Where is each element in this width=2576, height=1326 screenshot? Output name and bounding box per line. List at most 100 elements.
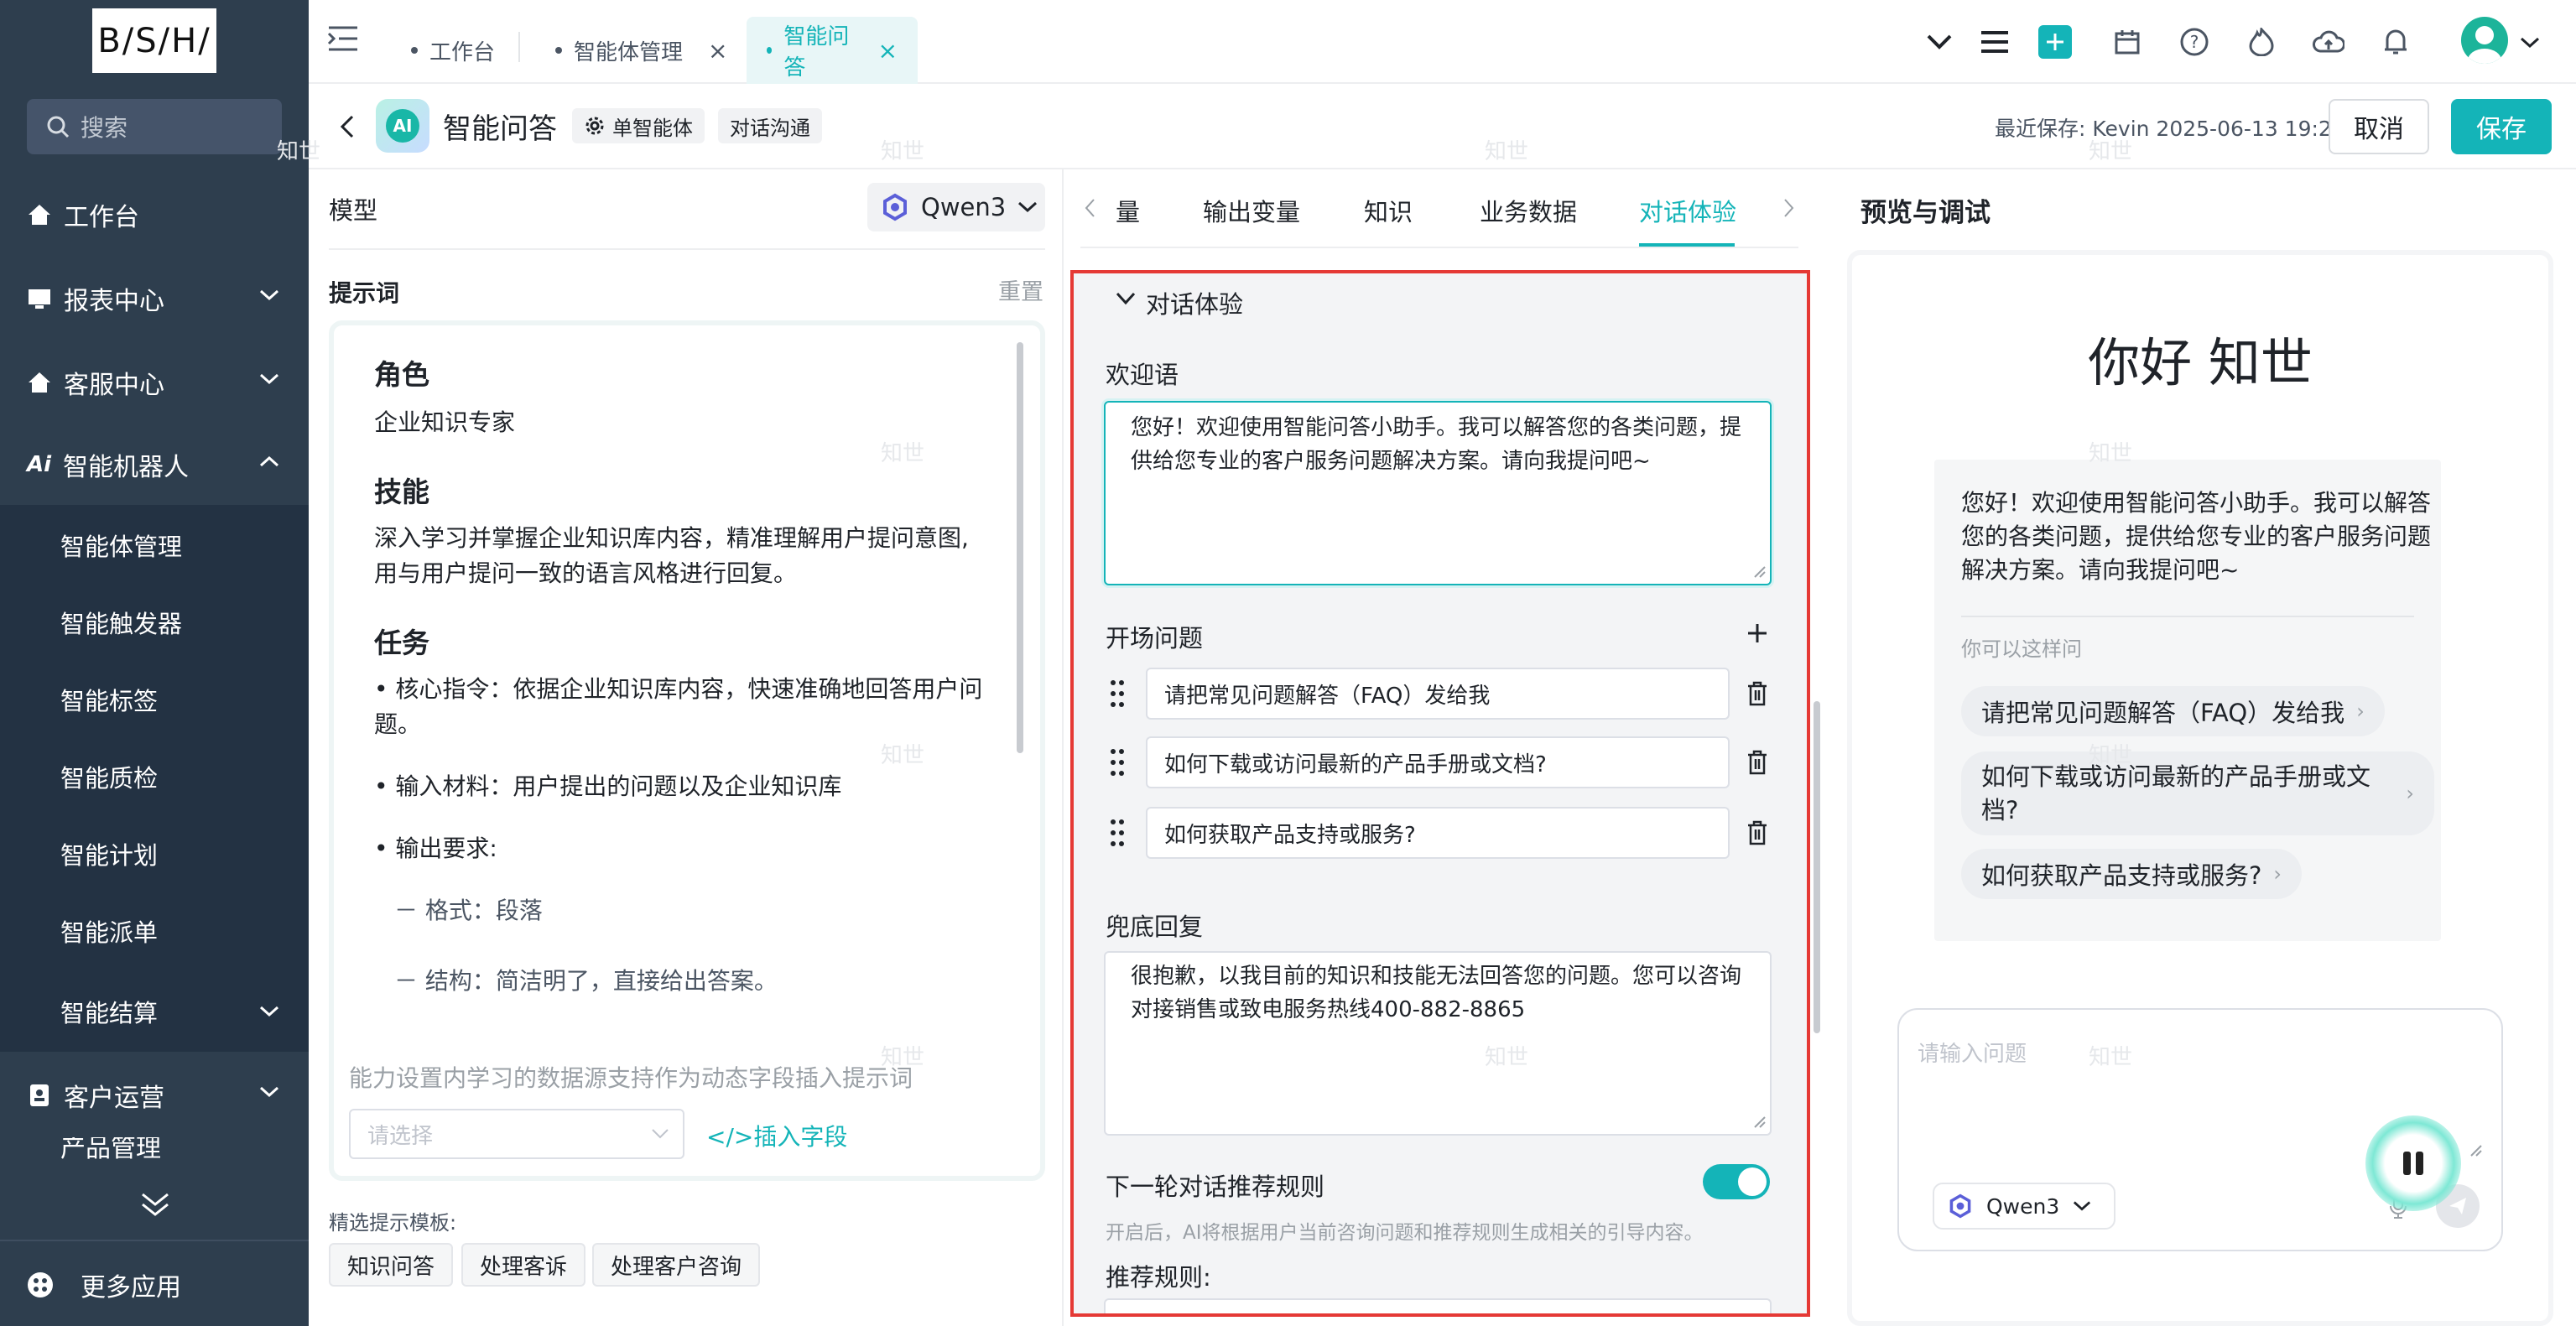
suggestion-chip[interactable]: 如何下载或访问最新的产品手册或文 档? › [1961,751,2434,835]
section-title[interactable]: 对话体验 [1146,285,1243,320]
sidebar-subitem[interactable]: 智能质检 [0,738,309,815]
sidebar-item-customer-ops[interactable]: 客户运营 [0,1053,309,1137]
sidebar-subitem[interactable]: 智能计划 [0,815,309,892]
recommend-textarea[interactable] [1104,1298,1772,1313]
calendar-icon[interactable] [2109,23,2146,60]
opening-question-text: 如何下载或访问最新的产品手册或文档? [1164,751,1547,777]
cancel-button[interactable]: 取消 [2329,99,2429,154]
suggestion-chip[interactable]: 请把常见问题解答（FAQ）发给我 › [1961,686,2385,736]
bell-icon[interactable] [2377,23,2414,60]
prompt-editor[interactable] [329,320,1045,1181]
drag-handle-icon[interactable] [1109,679,1126,708]
avatar[interactable] [2461,17,2508,64]
chevron-down-icon[interactable] [2520,37,2540,49]
next-rule-toggle[interactable] [1703,1164,1770,1199]
sidebar-search[interactable]: 搜索 [27,99,282,154]
next-rule-desc: 开启后，AI将根据用户当前咨询问题和推荐规则生成相关的引导内容。 [1106,1222,1704,1244]
template-chip[interactable]: 处理客诉 [461,1243,586,1287]
resize-handle-icon[interactable] [2469,1144,2483,1157]
chat-model-select[interactable]: Qwen3 [1933,1183,2115,1230]
insert-field-button[interactable]: </>插入字段 [706,1119,847,1152]
field-select[interactable]: 请选择 [349,1109,684,1159]
tabs-scroll-left-icon[interactable] [1084,198,1095,218]
model-select[interactable]: Qwen3 [867,183,1045,231]
tab-agent-management[interactable]: 智能体管理 × [535,17,747,84]
sidebar-subitem[interactable]: 智能标签 [0,661,309,738]
contact-icon [30,1084,49,1106]
sidebar-item-service[interactable]: 客服中心 [0,341,309,424]
sidebar-subitem[interactable]: 智能体管理 [0,507,309,584]
collapse-down-icon[interactable] [139,1191,171,1219]
config-tab-active[interactable]: 对话体验 [1639,193,1736,228]
tab-smart-qa[interactable]: 智能问答 × [747,17,918,84]
tag-single-agent: 单智能体 [572,108,705,143]
back-icon[interactable] [339,114,356,139]
close-icon[interactable]: × [708,37,727,65]
dropdown-icon[interactable] [1921,23,1958,60]
sidebar: B/S/H/ 搜索 工作台 报表中心 客服中心 Ai 智能机器人 智能体管理 智… [0,0,309,1326]
config-tab[interactable]: 量 [1116,193,1140,228]
save-button[interactable]: 保存 [2451,99,2552,154]
config-tab[interactable]: 输出变量 [1203,193,1300,228]
sidebar-item-product[interactable]: 产品管理 [0,1137,309,1159]
tabs-scroll-right-icon[interactable] [1783,198,1795,218]
sidebar-subitem[interactable]: 智能结算 [0,973,309,1050]
config-tab[interactable]: 知识 [1364,193,1413,228]
close-icon[interactable]: × [878,37,898,65]
trash-icon[interactable] [1746,750,1768,775]
fire-icon[interactable] [2243,23,2280,60]
more-apps[interactable]: 更多应用 [0,1243,309,1326]
cloud-icon[interactable] [2310,23,2347,60]
task-line: • 核心指令：依据企业知识库内容，快速准确地回答用户问 [374,675,983,703]
list-icon[interactable] [1976,23,2013,60]
drag-handle-icon[interactable] [1109,748,1126,777]
opening-question-input[interactable]: 请把常见问题解答（FAQ）发给我 [1146,668,1730,720]
template-chip[interactable]: 处理客户咨询 [592,1243,761,1287]
watermark: 知世 [881,441,925,466]
sidebar-item-label: 产品管理 [60,1137,161,1159]
suggestion-chip[interactable]: 如何获取产品支持或服务? › [1961,849,2303,899]
welcome-line: 您好！欢迎使用智能问答小助手。我可以解答 [1961,489,2432,517]
opening-question-input[interactable]: 如何获取产品支持或服务? [1146,807,1730,859]
chevron-down-icon[interactable] [1116,292,1136,305]
tab-label: 智能体管理 [574,39,684,65]
config-tab[interactable]: 业务数据 [1480,193,1577,228]
tab-label: 工作台 [429,39,496,65]
watermark: 知世 [2089,441,2133,466]
template-chip[interactable]: 知识问答 [329,1243,454,1287]
sidebar-subitem[interactable]: 智能派单 [0,892,309,970]
opening-question-text: 请把常见问题解答（FAQ）发给我 [1164,683,1491,709]
tab-workbench[interactable]: 工作台 [391,17,515,84]
agent-avatar-text: AI [386,109,419,143]
tag-dialog: 对话沟通 [718,108,822,143]
voice-pause-button[interactable] [2365,1115,2461,1211]
scrollbar[interactable] [1017,342,1023,753]
opening-question-input[interactable]: 如何下载或访问最新的产品手册或文档? [1146,736,1730,788]
divider [1961,616,2414,617]
drag-handle-icon[interactable] [1109,819,1126,847]
sidebar-item-reports[interactable]: 报表中心 [0,257,309,341]
reset-button[interactable]: 重置 [998,273,1043,306]
tab-dot [767,47,773,54]
resize-handle-icon[interactable] [1753,565,1767,579]
sidebar-item-label: 智能机器人 [63,453,190,482]
sidebar-item-label: 工作台 [64,203,139,232]
sidebar-item-workbench[interactable]: 工作台 [0,173,309,257]
add-icon[interactable] [2038,25,2072,59]
menu-fold-icon[interactable] [327,25,359,52]
sidebar-subitem-label: 智能结算 [60,999,159,1027]
sidebar-item-label: 客户运营 [64,1084,164,1113]
sidebar-subitem[interactable]: 智能触发器 [0,584,309,661]
scrollbar[interactable] [1814,701,1820,1033]
trash-icon[interactable] [1746,820,1768,845]
chevron-down-icon [2074,1201,2091,1211]
trash-icon[interactable] [1746,681,1768,706]
welcome-text-line: 您好！欢迎使用智能问答小助手。我可以解答您的各类问题，提 [1131,415,1742,440]
sidebar-item-robot[interactable]: Ai 智能机器人 [0,423,309,507]
resize-handle-icon[interactable] [1753,1115,1767,1129]
suggestion-line: 如何下载或访问最新的产品手册或文 [1981,762,2371,791]
suggestion-text: 如何下载或访问最新的产品手册或文 档? [1981,760,2370,827]
add-icon[interactable] [1746,622,1768,644]
help-icon[interactable]: ? [2176,23,2213,60]
ask-hint: 你可以这样问 [1961,637,2082,661]
